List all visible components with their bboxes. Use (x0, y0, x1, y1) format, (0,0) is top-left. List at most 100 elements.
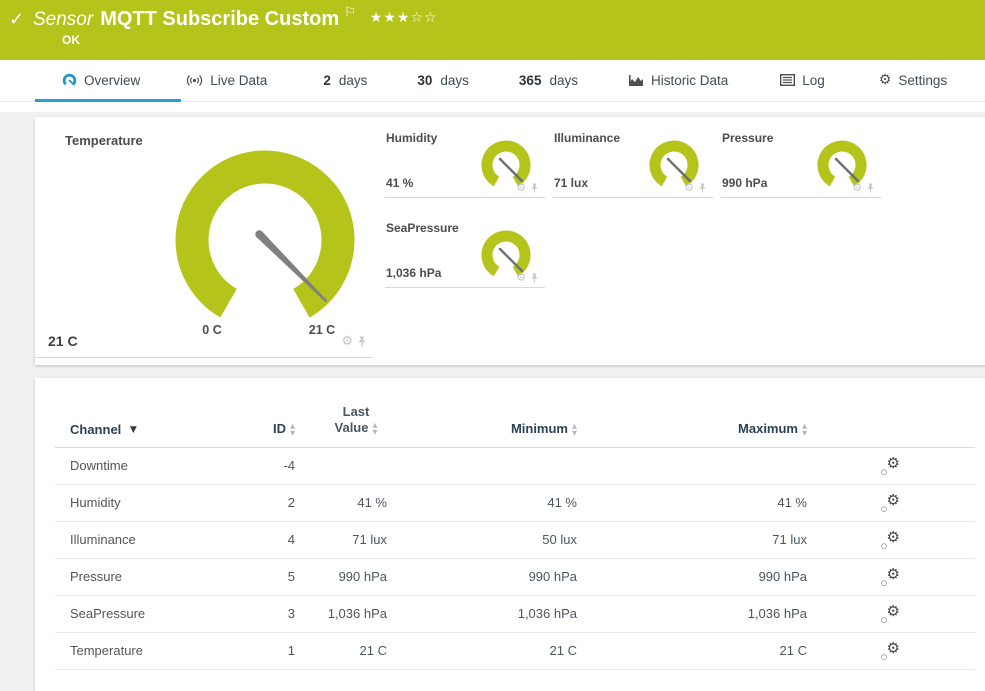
tab-historic-data[interactable]: Historic Data (628, 73, 728, 88)
sort-desc-icon[interactable]: ▼ (130, 425, 137, 435)
last-value: 990 hPa (295, 569, 387, 584)
table-row-downtime[interactable]: Downtime -4 ⚙○ (55, 448, 975, 485)
tab-number: 2 (323, 73, 331, 88)
minimum-value: 41 % (387, 495, 577, 510)
column-header-id[interactable]: ID▲▼ (260, 421, 295, 436)
tab-log[interactable]: Log (780, 73, 825, 88)
priority-stars[interactable]: ★★★☆☆ (370, 10, 438, 26)
pin-icon[interactable] (357, 336, 367, 347)
last-value: 21 C (295, 643, 387, 658)
stars-empty[interactable]: ☆☆ (410, 10, 437, 26)
pin-icon[interactable] (866, 183, 875, 193)
channel-settings-icon[interactable]: ⚙○ (880, 642, 900, 660)
column-header-channel[interactable]: Channel ▼ (55, 422, 260, 437)
channel-last-value: 41 % (386, 176, 413, 190)
table-row-illuminance[interactable]: Illuminance 4 71 lux 50 lux 71 lux ⚙○ (55, 522, 975, 559)
tab-overview[interactable]: Overview (62, 73, 140, 88)
gear-icon: ⚙ (879, 72, 892, 88)
pin-icon[interactable] (698, 183, 707, 193)
column-header-last-value[interactable]: Last Value▲▼ (295, 404, 387, 437)
gauge-settings-gear-icon[interactable]: ⚙ (852, 181, 862, 194)
gauges-card: Temperature 0 C 21 C 21 C ⚙ (35, 117, 985, 365)
minimum-value: 990 hPa (387, 569, 577, 584)
channel-settings-icon[interactable]: ⚙○ (880, 568, 900, 586)
table-header-row: Channel ▼ ID▲▼ Last Value▲▼ Minimum▲▼ (55, 378, 975, 448)
temperature-gauge-panel: Temperature 0 C 21 C 21 C ⚙ (35, 117, 373, 358)
channel-name[interactable]: SeaPressure (55, 606, 260, 621)
tab-label: Overview (84, 73, 140, 88)
channel-settings-icon[interactable]: ⚙○ (880, 494, 900, 512)
channel-settings-icon[interactable]: ⚙○ (880, 457, 900, 475)
gauge-icon (62, 73, 77, 88)
maximum-value: 1,036 hPa (577, 606, 807, 621)
maximum-value: 21 C (577, 643, 807, 658)
mini-gauge-grid: Humidity 41 % ⚙ Illumin (385, 125, 915, 288)
pin-icon[interactable] (530, 273, 539, 283)
pressure-gauge-panel: Pressure 990 hPa ⚙ (721, 125, 881, 198)
channel-name[interactable]: Illuminance (55, 532, 260, 547)
channel-last-value: 21 C (48, 333, 78, 349)
minimum-value: 1,036 hPa (387, 606, 577, 621)
gauge-scale-max: 21 C (297, 323, 347, 337)
minimum-value: 50 lux (387, 532, 577, 547)
channel-last-value: 71 lux (554, 176, 588, 190)
gauge-settings-gear-icon[interactable]: ⚙ (516, 271, 526, 284)
tab-2-days[interactable]: 2 days (323, 73, 367, 88)
seapressure-gauge-panel: SeaPressure 1,036 hPa ⚙ (385, 215, 545, 288)
tab-live-data[interactable]: Live Data (186, 73, 267, 88)
channel-settings-icon[interactable]: ⚙○ (880, 605, 900, 623)
channels-table-card: Channel ▼ ID▲▼ Last Value▲▼ Minimum▲▼ (35, 378, 985, 691)
last-value: 1,036 hPa (295, 606, 387, 621)
channel-title: Humidity (386, 131, 437, 145)
tab-number: 30 (417, 73, 432, 88)
minimum-value: 21 C (387, 643, 577, 658)
stars-filled[interactable]: ★★★ (370, 10, 411, 26)
channel-id: 1 (260, 643, 295, 658)
channel-name[interactable]: Humidity (55, 495, 260, 510)
column-header-minimum[interactable]: Minimum▲▼ (387, 421, 577, 436)
sort-icon[interactable]: ▲▼ (802, 423, 807, 437)
gauge-settings-gear-icon[interactable]: ⚙ (341, 334, 353, 349)
gauge-settings-gear-icon[interactable]: ⚙ (684, 181, 694, 194)
gauge-settings-gear-icon[interactable]: ⚙ (516, 181, 526, 194)
table-row-pressure[interactable]: Pressure 5 990 hPa 990 hPa 990 hPa ⚙○ (55, 559, 975, 596)
column-label: Maximum (738, 421, 798, 436)
tab-label: Live Data (210, 73, 267, 88)
tab-365-days[interactable]: 365 days (519, 73, 578, 88)
maximum-value: 990 hPa (577, 569, 807, 584)
channel-name[interactable]: Downtime (55, 458, 260, 473)
table-row-humidity[interactable]: Humidity 2 41 % 41 % 41 % ⚙○ (55, 485, 975, 522)
channel-name[interactable]: Pressure (55, 569, 260, 584)
channel-id: 2 (260, 495, 295, 510)
channel-title: Illuminance (554, 131, 620, 145)
tab-label: Log (802, 73, 825, 88)
channel-id: 4 (260, 532, 295, 547)
pin-icon[interactable] (530, 183, 539, 193)
sort-icon[interactable]: ▲▼ (372, 422, 377, 436)
channel-settings-icon[interactable]: ⚙○ (880, 531, 900, 549)
tab-label: days (339, 73, 368, 88)
priority-flag-icon[interactable]: ⚐ (344, 5, 356, 20)
sensor-type-label: Sensor (33, 9, 93, 30)
tab-label: Settings (898, 73, 947, 88)
column-header-maximum[interactable]: Maximum ▲▼ (577, 421, 807, 436)
active-tab-underline (35, 99, 181, 102)
column-label: Last (325, 404, 387, 420)
tab-label: Historic Data (651, 73, 728, 88)
humidity-gauge-panel: Humidity 41 % ⚙ (385, 125, 545, 198)
channel-id: -4 (260, 458, 295, 473)
page-title: MQTT Subscribe Custom (100, 8, 339, 30)
tab-30-days[interactable]: 30 days (417, 73, 469, 88)
table-row-temperature[interactable]: Temperature 1 21 C 21 C 21 C ⚙○ (55, 633, 975, 670)
tab-number: 365 (519, 73, 542, 88)
channel-name[interactable]: Temperature (55, 643, 260, 658)
temperature-gauge (175, 150, 355, 330)
channel-id: 3 (260, 606, 295, 621)
tab-label: days (440, 73, 469, 88)
status-badge: OK (62, 33, 80, 47)
tab-settings[interactable]: ⚙ Settings (879, 72, 947, 88)
table-row-seapressure[interactable]: SeaPressure 3 1,036 hPa 1,036 hPa 1,036 … (55, 596, 975, 633)
channel-title: Temperature (65, 133, 143, 148)
broadcast-icon (186, 74, 203, 87)
maximum-value: 41 % (577, 495, 807, 510)
